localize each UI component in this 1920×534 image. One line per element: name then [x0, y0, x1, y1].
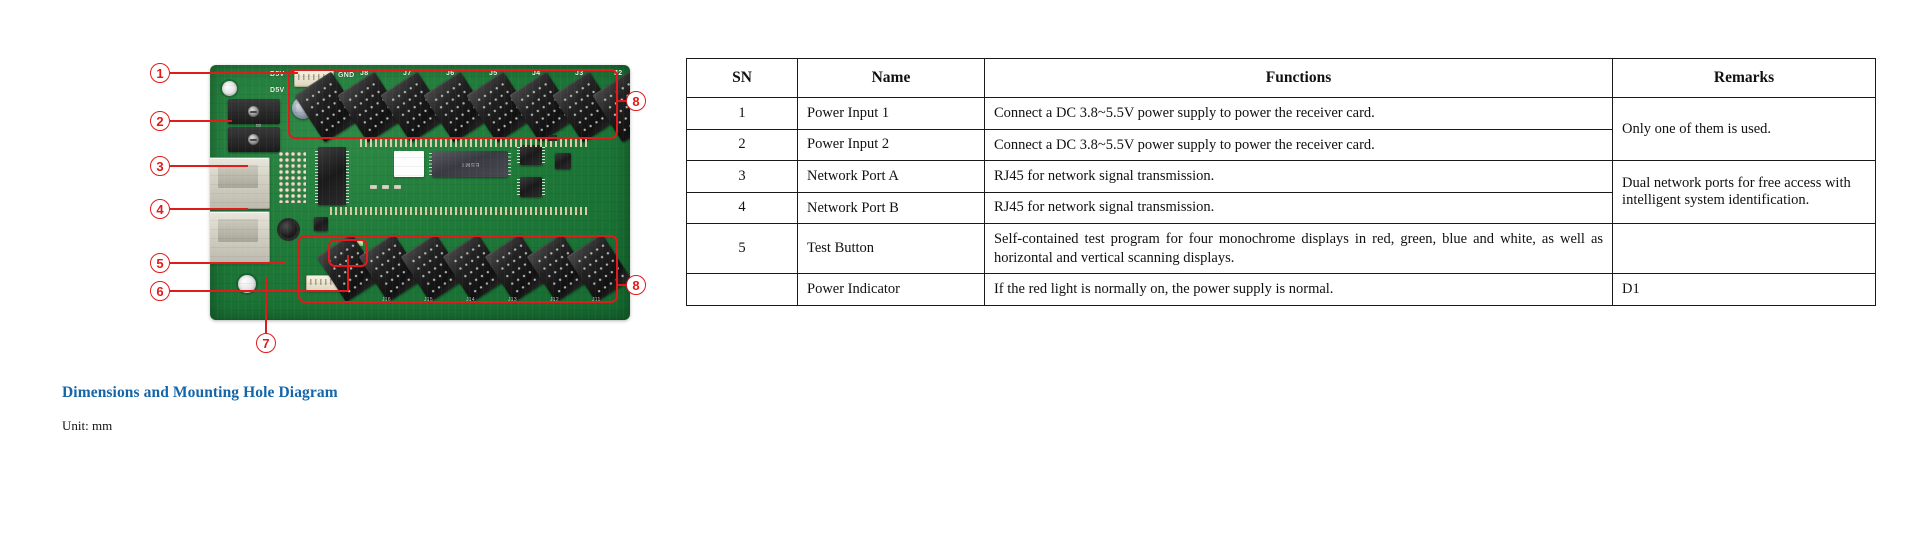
table-row: 5 Test Button Self-contained test progra…	[686, 223, 1876, 275]
callout-7: 7	[256, 333, 276, 353]
power-input-2-terminal-lower	[228, 127, 280, 152]
callout-5-leader	[170, 262, 285, 264]
logic-ic-2	[517, 177, 545, 197]
cell-remarks-1: Only one of them is used.	[1612, 96, 1876, 162]
cell-remarks-6: D1	[1612, 273, 1876, 306]
cell-name-5: Test Button	[797, 223, 985, 275]
cell-function-1: Connect a DC 3.8~5.5V power supply to po…	[983, 97, 1614, 130]
cell-name-4: Network Port B	[797, 191, 985, 225]
callout-3-leader	[170, 165, 248, 167]
test-button[interactable]	[280, 221, 297, 238]
callout-1-leader	[170, 72, 298, 74]
esmt-chip-label: ESMT	[460, 161, 480, 167]
interface-description-table: SN Name Functions Remarks 1 Power Input …	[686, 58, 1876, 306]
callout-6-leader-vert	[347, 255, 349, 291]
table-row: Power Indicator If the red light is norm…	[686, 273, 1876, 306]
cell-sn-4: 4	[686, 191, 798, 225]
receiver-card-figure: D5V D5V GND GND	[150, 55, 670, 355]
callout-6-leader	[170, 290, 348, 292]
callout-8-top: 8	[626, 91, 646, 111]
cell-name-2: Power Input 2	[797, 128, 985, 162]
table-header-row: SN Name Functions Remarks	[686, 58, 1876, 98]
cell-sn-3: 3	[686, 160, 798, 193]
cell-name-6: Power Indicator	[797, 273, 985, 306]
callout-3: 3	[150, 156, 170, 176]
logic-ic-1	[517, 145, 545, 165]
header-remarks: Remarks	[1612, 58, 1876, 98]
cell-name-1: Power Input 1	[797, 97, 985, 130]
power-input-2-terminal-upper	[228, 99, 280, 124]
table-row: 1 Power Input 1 Connect a DC 3.8~5.5V po…	[686, 96, 1876, 162]
section-heading: Dimensions and Mounting Hole Diagram	[62, 384, 338, 401]
cell-function-4: RJ45 for network signal transmission.	[983, 191, 1614, 225]
smd-resistor-1	[370, 185, 377, 189]
cell-sn-5: 5	[686, 223, 798, 275]
cell-function-2: Connect a DC 3.8~5.5V power supply to po…	[983, 128, 1614, 162]
callout-4-leader	[170, 208, 248, 210]
cell-sn-6	[686, 273, 798, 306]
cell-function-6: If the red light is normally on, the pow…	[983, 273, 1614, 306]
page-root: D5V D5V GND GND	[0, 0, 1920, 534]
highlight-box-top-connectors	[288, 69, 618, 139]
smd-resistor-3	[394, 185, 401, 189]
callout-7-leader	[265, 277, 267, 334]
mounting-hole-top-left	[222, 81, 237, 96]
cell-function-5: Self-contained test program for four mon…	[983, 223, 1614, 275]
spec-table-container: SN Name Functions Remarks 1 Power Input …	[686, 58, 1876, 306]
smd-resistor-2	[382, 185, 389, 189]
cell-sn-2: 2	[686, 128, 798, 162]
ir-receiver	[314, 217, 328, 231]
header-functions: Functions	[983, 58, 1614, 98]
silk-d5v-bottom: D5V	[270, 87, 285, 94]
callout-8-bottom: 8	[626, 275, 646, 295]
callout-2: 2	[150, 111, 170, 131]
callout-4: 4	[150, 199, 170, 219]
cell-remarks-3: Dual network ports for free access with …	[1612, 160, 1876, 225]
callout-2-leader	[170, 120, 232, 122]
cell-sn-1: 1	[686, 97, 798, 130]
table-row: 3 Network Port A RJ45 for network signal…	[686, 160, 1876, 225]
network-port-b-rj45	[210, 211, 270, 263]
cell-name-3: Network Port A	[797, 160, 985, 193]
pin-header-block	[278, 151, 306, 203]
driver-ic-main	[315, 147, 349, 205]
white-component	[394, 151, 424, 177]
cell-function-3: RJ45 for network signal transmission.	[983, 160, 1614, 193]
callout-1: 1	[150, 63, 170, 83]
logic-ic-3	[555, 153, 571, 169]
smd-pad-row-bottom	[330, 207, 590, 215]
cell-remarks-5	[1612, 223, 1876, 275]
callout-5: 5	[150, 253, 170, 273]
callout-6: 6	[150, 281, 170, 301]
header-sn: SN	[686, 58, 798, 98]
esmt-memory-chip: ESMT	[429, 151, 511, 177]
unit-label: Unit: mm	[62, 418, 113, 433]
header-name: Name	[797, 58, 985, 98]
